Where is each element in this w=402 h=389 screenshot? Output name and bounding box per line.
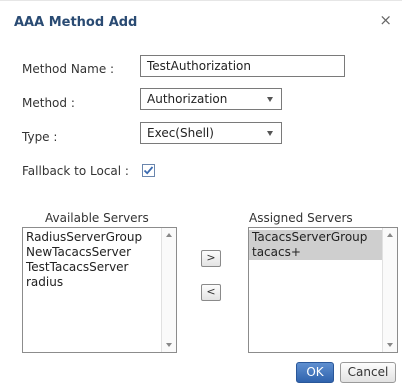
scroll-down-icon[interactable]: [166, 343, 172, 347]
cancel-button[interactable]: Cancel: [340, 362, 396, 383]
method-select[interactable]: Authorization: [140, 88, 282, 110]
ok-button[interactable]: OK: [296, 362, 334, 383]
assigned-servers-list[interactable]: TacacsServerGroup tacacs+: [248, 227, 398, 353]
dialog-title: AAA Method Add: [14, 15, 138, 30]
type-select[interactable]: Exec(Shell): [140, 122, 282, 144]
method-select-value: Authorization: [147, 92, 228, 106]
method-label: Method :: [22, 96, 75, 110]
close-icon[interactable]: ×: [379, 13, 392, 28]
remove-server-button[interactable]: <: [201, 284, 221, 301]
assigned-servers-title: Assigned Servers: [249, 211, 353, 225]
type-select-value: Exec(Shell): [147, 126, 214, 140]
available-servers-list[interactable]: RadiusServerGroup NewTacacsServer TestTa…: [22, 227, 177, 353]
list-item[interactable]: TacacsServerGroup: [249, 230, 383, 245]
add-server-button[interactable]: >: [201, 250, 221, 267]
chevron-down-icon: [267, 131, 273, 136]
assigned-scrollbar[interactable]: [382, 228, 397, 352]
scroll-up-icon[interactable]: [387, 233, 393, 237]
available-scrollbar[interactable]: [161, 228, 176, 352]
list-item[interactable]: radius: [23, 275, 176, 290]
chevron-down-icon: [267, 97, 273, 102]
type-label: Type :: [22, 130, 58, 144]
fallback-checkbox[interactable]: [142, 164, 155, 177]
check-icon: [143, 166, 154, 175]
list-item[interactable]: TestTacacsServer: [23, 260, 176, 275]
available-servers-title: Available Servers: [45, 211, 149, 225]
method-name-field[interactable]: TestAuthorization: [140, 55, 345, 77]
fallback-label: Fallback to Local :: [22, 164, 129, 178]
aaa-method-add-dialog: AAA Method Add × Method Name : TestAutho…: [0, 0, 402, 389]
method-name-label: Method Name :: [22, 62, 115, 76]
scroll-up-icon[interactable]: [166, 233, 172, 237]
list-item[interactable]: tacacs+: [249, 245, 383, 260]
list-item[interactable]: RadiusServerGroup: [23, 230, 176, 245]
scroll-down-icon[interactable]: [387, 343, 393, 347]
list-item[interactable]: NewTacacsServer: [23, 245, 176, 260]
